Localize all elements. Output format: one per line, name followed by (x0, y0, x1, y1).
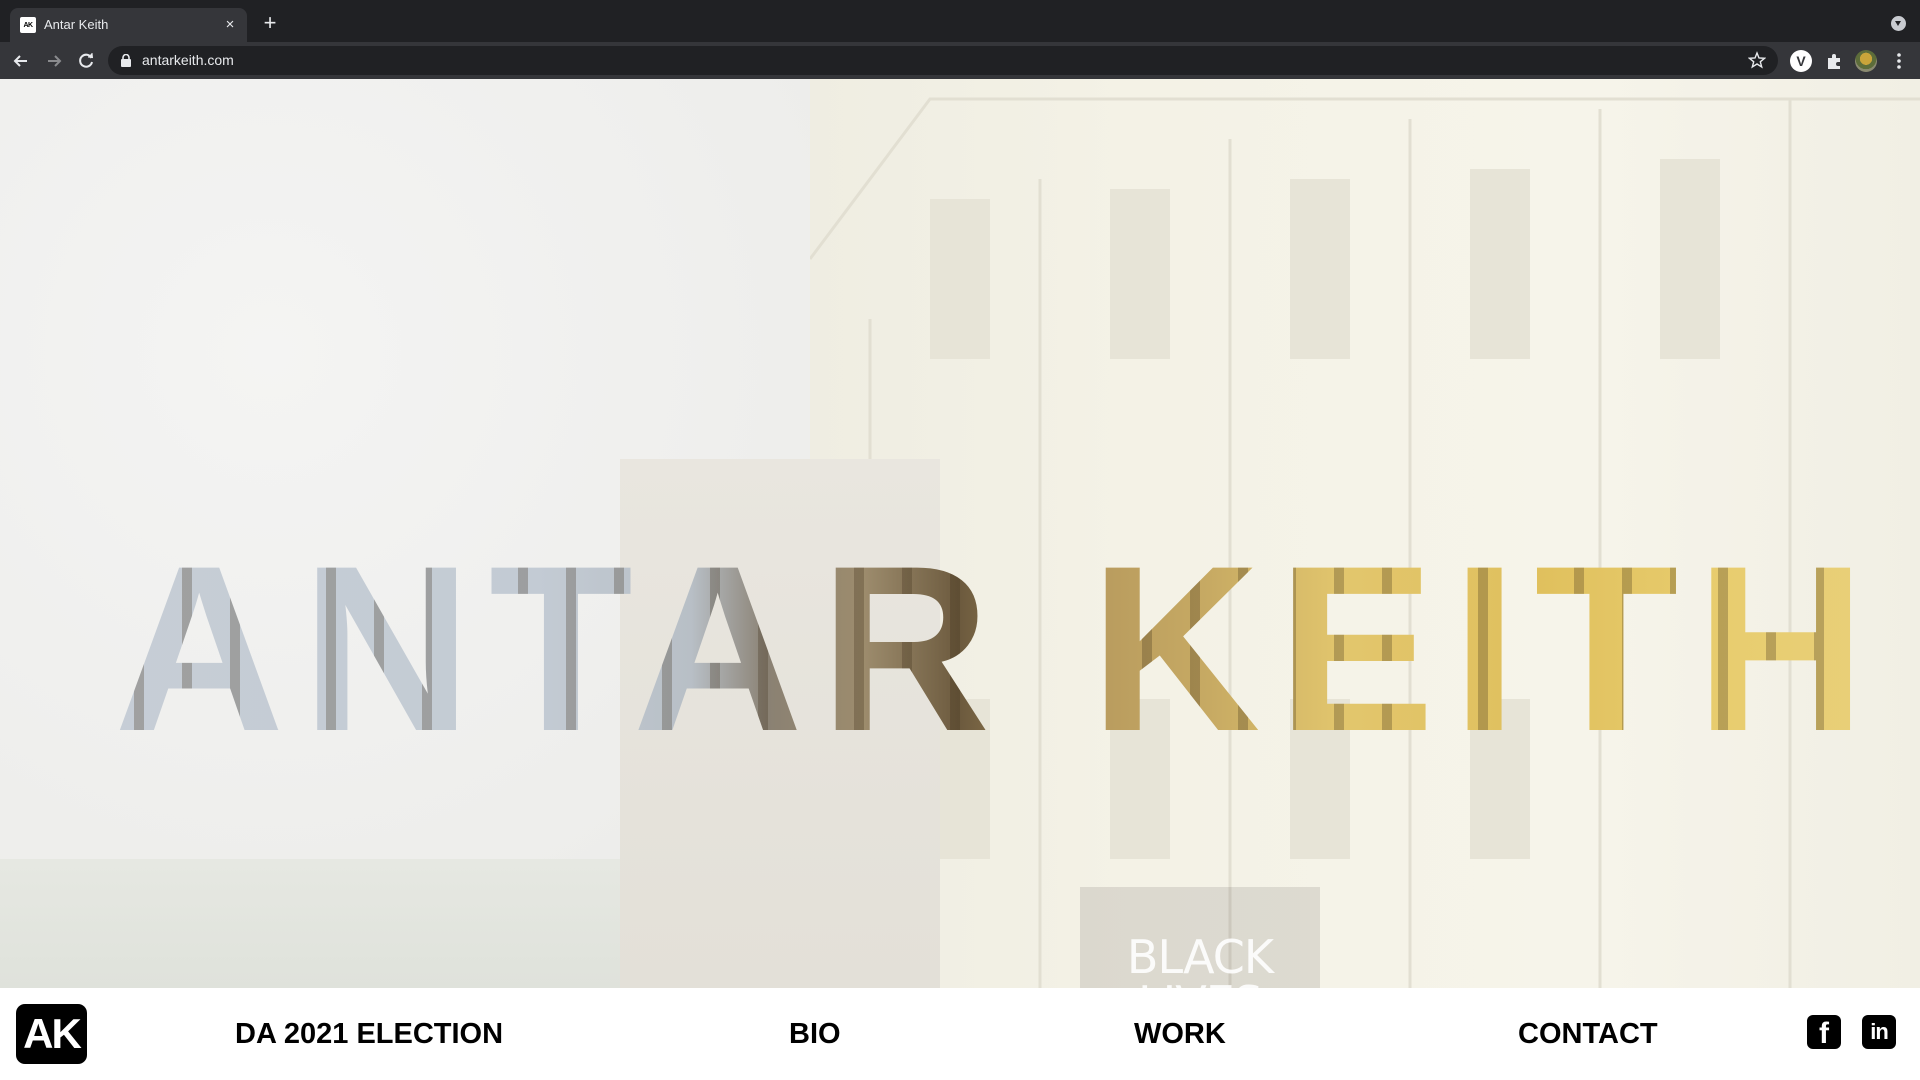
footer-nav: AK DA 2021 ELECTION BIO WORK CONTACT f i… (0, 988, 1920, 1080)
forward-button[interactable] (43, 50, 65, 72)
bookmark-star-icon[interactable] (1748, 51, 1766, 69)
lock-icon (121, 54, 131, 67)
back-arrow-icon (13, 55, 27, 67)
url-text: antarkeith.com (142, 52, 234, 68)
nav-link-contact[interactable]: CONTACT (1518, 1018, 1658, 1051)
tab-search-icon[interactable] (1891, 16, 1906, 31)
browser-chrome: AK Antar Keith × + antarkeith.com V (0, 0, 1920, 79)
ak-logo[interactable]: AK (16, 1004, 87, 1064)
nav-link-da-2021-election[interactable]: DA 2021 ELECTION (235, 1018, 503, 1051)
reload-button[interactable] (75, 50, 97, 72)
extensions-puzzle-icon[interactable] (1824, 50, 1846, 72)
hero-background-trees (0, 859, 620, 988)
tab-strip: AK Antar Keith × + (0, 0, 1920, 42)
forward-arrow-icon (48, 55, 62, 67)
browser-tab[interactable]: AK Antar Keith × (10, 8, 247, 42)
address-bar[interactable]: antarkeith.com (108, 46, 1778, 75)
hero-name-title: ANTAR KEITH (0, 531, 1920, 767)
nav-link-work[interactable]: WORK (1134, 1018, 1226, 1051)
nav-link-bio[interactable]: BIO (789, 1018, 841, 1051)
linkedin-icon[interactable]: in (1862, 1015, 1896, 1049)
close-icon[interactable]: × (221, 16, 239, 34)
new-tab-button[interactable]: + (258, 12, 282, 36)
favicon-icon: AK (20, 17, 36, 33)
hero-section: BLACK LIVES MATTER ANTAR KEITH ANTAR KEI… (0, 79, 1920, 988)
tab-title: Antar Keith (44, 17, 109, 32)
kebab-menu-icon[interactable] (1888, 50, 1910, 72)
back-button[interactable] (10, 50, 32, 72)
reload-icon (79, 52, 94, 68)
browser-toolbar: antarkeith.com V (0, 42, 1920, 79)
facebook-icon[interactable]: f (1807, 1015, 1841, 1050)
vpn-extension-icon[interactable]: V (1790, 50, 1812, 72)
protest-banner-text: BLACK LIVES MATTER (1126, 930, 1274, 988)
profile-avatar[interactable] (1855, 50, 1877, 72)
